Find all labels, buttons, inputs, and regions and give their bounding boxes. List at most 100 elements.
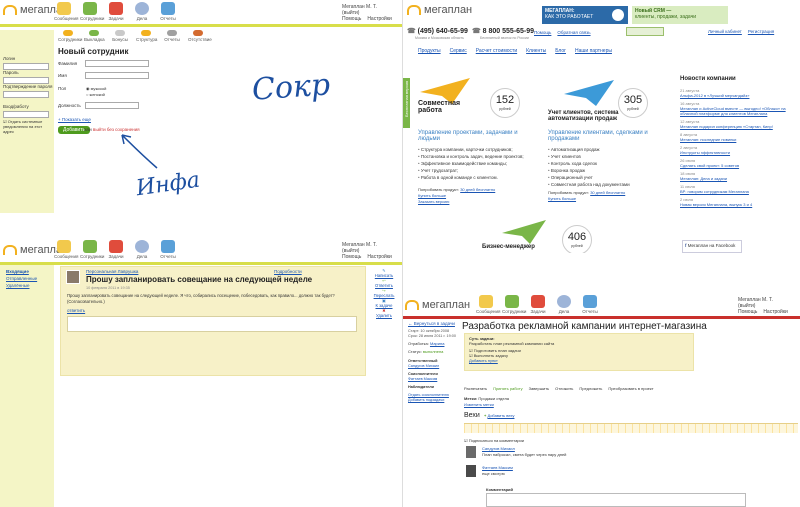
toolbar-employees[interactable]: Сотрудники (502, 295, 526, 314)
layout-icon (89, 30, 99, 36)
details-link[interactable]: Подробности (274, 269, 302, 274)
nav-pricing[interactable]: Расчет стоимости (476, 48, 517, 54)
register-link[interactable]: Регистрация (748, 29, 774, 34)
nav-partners[interactable]: Наши партнеры (575, 48, 612, 54)
toolbar-employees[interactable]: Сотрудники (80, 2, 104, 21)
subnav-reports[interactable]: Отчеты (162, 30, 182, 42)
toolbar-reports[interactable]: Отчеты (158, 2, 178, 21)
product2-buy[interactable]: Купить больше (548, 196, 576, 201)
nav-service[interactable]: Сервис (450, 48, 467, 54)
surname-input[interactable] (85, 60, 149, 67)
password-input[interactable] (3, 77, 49, 84)
toolbar-reports[interactable]: Отчеты (580, 295, 600, 314)
facebook-widget[interactable]: f Мегаплан на Facebook (682, 240, 742, 253)
subnav-bonus[interactable]: Бонусы (110, 30, 130, 42)
online-call-button[interactable] (626, 27, 664, 36)
news-item[interactable]: 26 июля Сделать свой проект: 5 советов (680, 158, 794, 168)
folder-inbox[interactable]: Входящие (6, 268, 48, 275)
subnav-employees[interactable]: Сотрудники (58, 30, 82, 42)
news-item[interactable]: 12 августа Мегаплан подарил конференцию «… (680, 119, 794, 129)
reply-link[interactable]: ответить (67, 308, 85, 313)
new-comment-box[interactable] (486, 493, 746, 507)
login-input[interactable] (3, 63, 49, 70)
comment-author[interactable]: Фаттаев Максим (482, 465, 513, 470)
reply-action[interactable]: ↩ Ответить (370, 278, 398, 288)
settings-link[interactable]: Настройки (367, 16, 392, 22)
edit-tags-link[interactable]: Изменить метки (464, 402, 494, 407)
toolbar-messages[interactable]: Сообщения (476, 295, 500, 314)
delete-action[interactable]: ✖ Удалить (370, 308, 398, 318)
news-item[interactable]: 8 августа Мегаплан: последние новинки (680, 132, 794, 142)
subnav-structure[interactable]: Структура (136, 30, 157, 42)
name-input[interactable] (85, 72, 149, 79)
add-item-link[interactable]: Добавить пункт (469, 358, 689, 363)
toolbar-deals[interactable]: Дела (132, 240, 152, 259)
try-free-link[interactable]: 30 дней бесплатно (460, 187, 495, 192)
toolbar-tasks[interactable]: Задачи (106, 240, 126, 259)
settings-link[interactable]: Настройки (763, 309, 788, 315)
add-milestone-button[interactable]: + Добавить веху (484, 413, 514, 418)
forward-action[interactable]: ↪ Переслать (370, 288, 398, 298)
gender-female-radio[interactable]: ○ женский (86, 92, 105, 97)
subnav-layout[interactable]: Выкладка (84, 30, 105, 42)
position-select[interactable] (85, 102, 139, 109)
news-item[interactable]: 21 августа Альфа-2012 в «Лучший мерчандай… (680, 88, 794, 98)
message-author[interactable]: Персональная Лаврушка (86, 269, 138, 274)
product1-order[interactable]: Заказать версию (418, 199, 449, 204)
comment-author[interactable]: Сандугов Михаил (482, 446, 515, 451)
back-to-tasks-link[interactable]: ← Вернуться в задачи (408, 321, 455, 326)
complete-action[interactable]: Завершить (529, 386, 550, 391)
news-item[interactable]: 2 августа Инструкты эффективности (680, 145, 794, 155)
confirm-password-input[interactable] (3, 91, 49, 98)
main-toolbar: Сообщения Сотрудники Задачи Дела Отчеты (54, 2, 178, 21)
news-item[interactable]: 16 августа Мегаплан и ActiveCloud вместе … (680, 101, 794, 116)
help-link[interactable]: Помощь (342, 16, 361, 22)
settings-link[interactable]: Настройки (367, 254, 392, 260)
show-more-link[interactable]: + Показать еще (58, 117, 91, 122)
gender-male-radio[interactable]: ◉ мужской (86, 86, 106, 91)
notify-checkbox[interactable]: ☑ Отдать системные уведомления на этот а… (3, 119, 53, 134)
print-action[interactable]: Распечатать (464, 386, 487, 391)
news-item[interactable]: 11 июля BP: говорим сотрудникам Мегаплана (680, 184, 794, 194)
accept-action[interactable]: Принять работу (493, 386, 523, 391)
help-link[interactable]: Помощь (738, 309, 757, 315)
convert-action[interactable]: Преобразовать в проект (608, 386, 653, 391)
toolbar-messages[interactable]: Сообщения (54, 240, 78, 259)
nav-blog[interactable]: Блог (555, 48, 566, 54)
site-logo[interactable]: мегаплан (407, 4, 472, 16)
folder-sent[interactable]: Отправленные (6, 275, 48, 282)
reply-box[interactable] (67, 316, 357, 332)
help-link[interactable]: Помощь (534, 30, 551, 35)
help-link[interactable]: Помощь (342, 254, 361, 260)
phone-free-note: Бесплатный звонок по России (480, 36, 529, 40)
product1-buy[interactable]: Купить больше (418, 193, 446, 198)
banner-how-it-works[interactable]: МЕГАПЛАН: КАК ЭТО РАБОТАЕТ (542, 6, 628, 24)
nav-clients[interactable]: Клиенты (526, 48, 546, 54)
free-version-tab[interactable]: Бесплатная версия (402, 78, 410, 128)
folder-deleted[interactable]: Удалённые (6, 282, 48, 289)
to-task-action[interactable]: ▣ К задаче (370, 298, 398, 308)
toolbar-reports[interactable]: Отчеты (158, 240, 178, 259)
nav-products[interactable]: Продукты (418, 48, 441, 54)
entry-input[interactable] (3, 111, 49, 118)
toolbar-deals[interactable]: Дела (554, 295, 574, 314)
screen-website: мегаплан ☎ (495) 640-65-99 Москва и Моск… (402, 0, 800, 253)
subnav-absence[interactable]: Отсутствие (188, 30, 212, 42)
account-link[interactable]: Личный кабинет (708, 29, 742, 34)
propose-action[interactable]: Предложить (579, 386, 602, 391)
logo[interactable]: мегаплан (405, 299, 470, 311)
toolbar-tasks[interactable]: Задачи (106, 2, 126, 21)
product1-title: Управление проектами, задачами и людьми (418, 130, 518, 142)
postpone-action[interactable]: Отложить (555, 386, 573, 391)
news-item[interactable]: 2 июля Новая версия Мегаплана, выпуск 3 и… (680, 197, 794, 207)
write-action[interactable]: ✎ Написать (370, 268, 398, 278)
news-item[interactable]: 18 июля Мегаплан: Дела и задачи (680, 171, 794, 181)
feedback-link[interactable]: Обратная связь (557, 30, 590, 35)
try-free-link[interactable]: 30 дней бесплатно (590, 190, 625, 195)
toolbar-deals[interactable]: Дела (132, 2, 152, 21)
banner-new-crm[interactable]: Новый CRM — клиенты, продажи, задачи (632, 6, 728, 24)
comments-header[interactable]: ☑ Подписаться на комментарии (464, 438, 524, 443)
toolbar-messages[interactable]: Сообщения (54, 2, 78, 21)
toolbar-tasks[interactable]: Задачи (528, 295, 548, 314)
toolbar-employees[interactable]: Сотрудники (80, 240, 104, 259)
